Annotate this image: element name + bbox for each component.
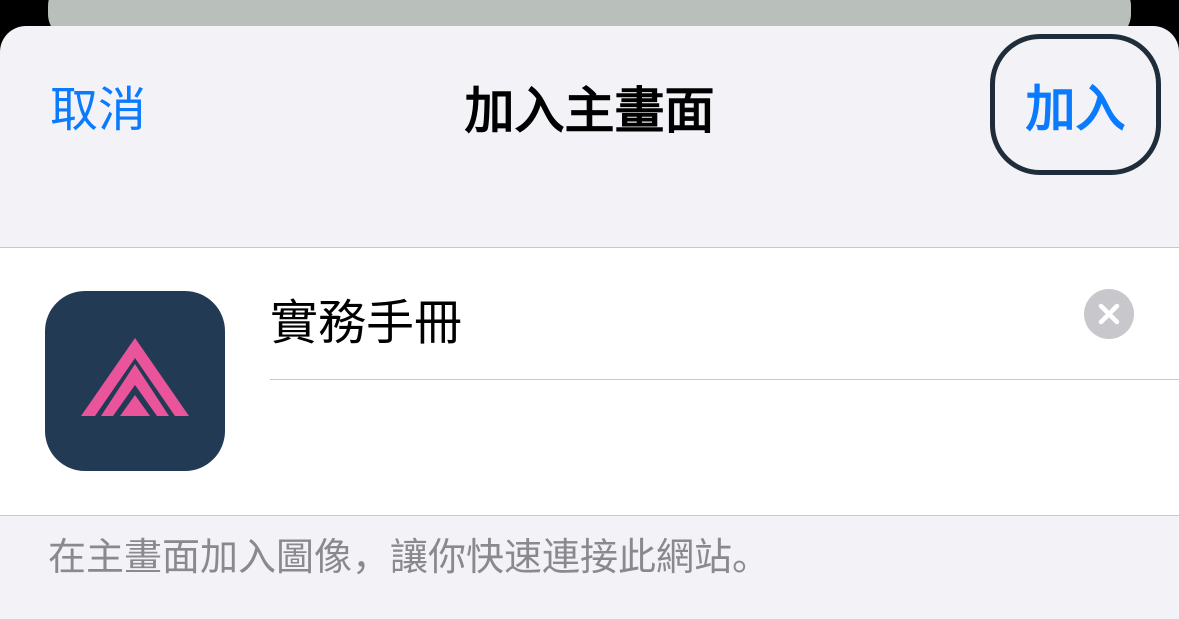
add-button[interactable]: 加入 (990, 34, 1161, 175)
stacked-triangle-logo-icon (81, 338, 189, 416)
bookmark-form (0, 247, 1179, 516)
app-icon (45, 291, 225, 471)
screen: 取消 加入主畫面 加入 在主畫面加入 (0, 0, 1179, 619)
add-to-home-screen-sheet: 取消 加入主畫面 加入 在主畫面加入 (0, 26, 1179, 619)
navigation-bar: 取消 加入主畫面 加入 (0, 26, 1179, 196)
bookmark-name-input[interactable] (270, 288, 1050, 348)
close-icon (1098, 303, 1120, 325)
add-button-label: 加入 (1025, 79, 1126, 138)
footer-hint-text: 在主畫面加入圖像，讓你快速連接此網站。 (48, 535, 771, 579)
input-divider (270, 379, 1179, 380)
clear-text-button[interactable] (1084, 289, 1134, 339)
